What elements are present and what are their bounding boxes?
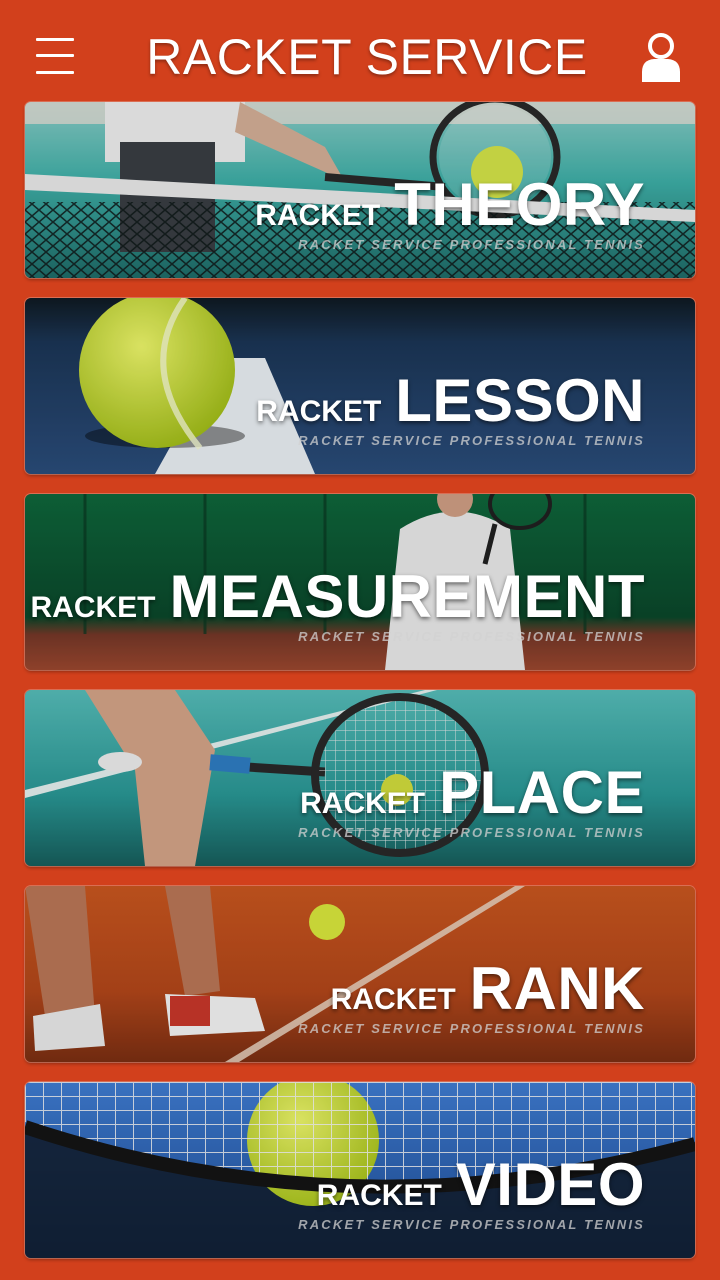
card-subtitle: RACKET SERVICE PROFESSIONAL TENNIS (298, 825, 645, 840)
card-label-title: THEORY (394, 171, 645, 238)
card-label: RACKET PLACE (300, 758, 645, 827)
menu-card-place[interactable]: RACKET PLACE RACKET SERVICE PROFESSIONAL … (25, 690, 695, 866)
card-label: RACKET LESSON (256, 366, 645, 435)
card-label: RACKET THEORY (255, 170, 645, 239)
card-label-prefix: RACKET (255, 199, 381, 232)
card-label: RACKET RANK (331, 954, 645, 1023)
user-profile-icon[interactable] (640, 32, 682, 84)
card-subtitle: RACKET SERVICE PROFESSIONAL TENNIS (298, 237, 645, 252)
card-label-title: MEASUREMENT (169, 563, 645, 630)
menu-card-lesson[interactable]: RACKET LESSON RACKET SERVICE PROFESSIONAL… (25, 298, 695, 474)
card-subtitle: RACKET SERVICE PROFESSIONAL TENNIS (298, 1021, 645, 1036)
app-header: RACKET SERVICE (0, 0, 720, 100)
card-label-prefix: RACKET (316, 1179, 442, 1212)
card-label-prefix: RACKET (30, 591, 156, 624)
card-label: RACKET VIDEO (317, 1150, 645, 1219)
menu-card-rank[interactable]: RACKET RANK RACKET SERVICE PROFESSIONAL T… (25, 886, 695, 1062)
card-label-title: VIDEO (455, 1151, 645, 1218)
card-label-title: RANK (469, 955, 645, 1022)
card-subtitle: RACKET SERVICE PROFESSIONAL TENNIS (298, 629, 645, 644)
card-label-title: PLACE (439, 759, 645, 826)
card-subtitle: RACKET SERVICE PROFESSIONAL TENNIS (298, 433, 645, 448)
card-label-prefix: RACKET (300, 787, 426, 820)
card-label-title: LESSON (395, 367, 645, 434)
card-subtitle: RACKET SERVICE PROFESSIONAL TENNIS (298, 1217, 645, 1232)
card-label-prefix: RACKET (256, 395, 382, 428)
card-label: RACKET MEASUREMENT (30, 562, 645, 631)
menu-card-theory[interactable]: RACKET THEORY RACKET SERVICE PROFESSIONAL… (25, 102, 695, 278)
menu-card-video[interactable]: RACKET VIDEO RACKET SERVICE PROFESSIONAL … (25, 1082, 695, 1258)
card-label-prefix: RACKET (330, 983, 456, 1016)
app-title: RACKET SERVICE (146, 29, 588, 85)
menu-card-measurement[interactable]: RACKET MEASUREMENT RACKET SERVICE PROFESS… (25, 494, 695, 670)
